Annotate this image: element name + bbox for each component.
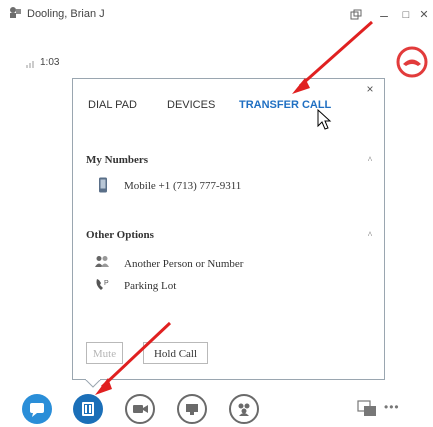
mouse-cursor bbox=[317, 108, 332, 130]
annotation-arrows bbox=[95, 20, 373, 395]
annotation-arrow-transfer bbox=[292, 20, 373, 94]
annotation-arrow-callcontrols bbox=[95, 321, 172, 395]
